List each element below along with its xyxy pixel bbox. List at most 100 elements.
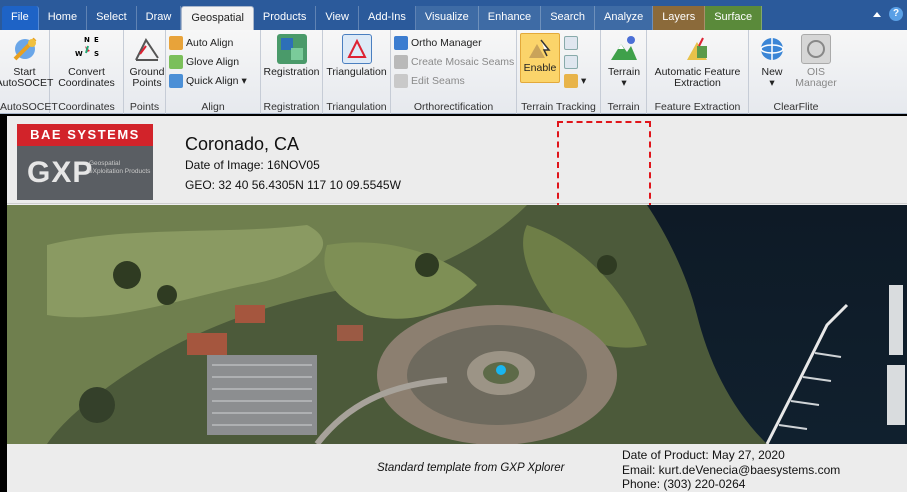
- tab-home[interactable]: Home: [39, 6, 88, 30]
- ribbon-geospatial: Start AutoSOCET AutoSOCET NE W S Convert C…: [0, 30, 907, 114]
- logo-gxp-text: GXP: [27, 156, 94, 189]
- group-label-points: Points: [129, 101, 160, 113]
- tracking-arrow-icon: [564, 55, 578, 69]
- ground-points-button[interactable]: Ground Points: [127, 32, 167, 96]
- ortho-manager-icon: [394, 36, 408, 50]
- svg-text:S: S: [94, 50, 99, 58]
- quick-align-icon: [169, 74, 183, 88]
- tab-add-ins[interactable]: Add-Ins: [359, 6, 416, 30]
- ribbon-controls: ?: [873, 7, 903, 21]
- registration-label: Registration: [263, 66, 320, 78]
- terrain-tracking-icon: [527, 36, 553, 60]
- glove-align-icon: [169, 55, 183, 69]
- aerial-image[interactable]: [7, 205, 907, 444]
- tab-surface[interactable]: Surface: [705, 6, 763, 30]
- terrain-tracking-option-1[interactable]: [564, 34, 589, 52]
- ribbon-tab-bar: File Home Select Draw Geospatial Products View…: [0, 0, 907, 30]
- logo-top-text: BAE SYSTEMS: [17, 124, 153, 146]
- tab-products[interactable]: Products: [254, 6, 317, 30]
- autosocet-icon: [10, 34, 40, 64]
- selection-box[interactable]: [557, 121, 651, 209]
- mosaic-seams-icon: [394, 55, 408, 69]
- group-label-feature-extraction: Feature Extraction: [654, 101, 741, 113]
- registration-button[interactable]: Registration: [263, 32, 320, 96]
- create-mosaic-seams-button[interactable]: Create Mosaic Seams: [394, 53, 517, 71]
- glove-align-button[interactable]: Glove Align: [169, 53, 250, 71]
- tracking-color-icon: [564, 74, 578, 88]
- quick-align-label: Quick Align: [186, 75, 239, 87]
- chevron-down-icon: ▾: [621, 77, 627, 89]
- group-label-coordinates: Coordinates: [58, 101, 115, 113]
- terrain-icon: [609, 34, 639, 64]
- registration-icon: [276, 34, 307, 64]
- help-icon[interactable]: ?: [889, 7, 903, 21]
- group-autosocet: Start AutoSOCET AutoSOCET: [0, 30, 58, 114]
- group-terrain-tracking: Enable ▾ Terrain Tracking: [517, 30, 601, 114]
- logo-sub-text: Geospatial eXploitation Products: [89, 160, 151, 175]
- edit-seams-label: Edit Seams: [411, 75, 465, 87]
- tab-geospatial[interactable]: Geospatial: [181, 6, 254, 30]
- group-clearflite: New ▾ OIS Manager ClearFlite: [749, 30, 843, 114]
- tab-search[interactable]: Search: [541, 6, 596, 30]
- group-label-registration: Registration: [263, 101, 320, 113]
- svg-text:E: E: [94, 36, 99, 44]
- tab-enhance[interactable]: Enhance: [478, 6, 542, 30]
- date-of-product: Date of Product: May 27, 2020: [622, 448, 785, 462]
- group-orthorectification: Ortho Manager Create Mosaic Seams Edit S…: [391, 30, 517, 114]
- group-triangulation: Triangulation Triangulation: [323, 30, 391, 114]
- convert-coordinates-button[interactable]: NE W S Convert Coordinates: [53, 32, 120, 96]
- automatic-feature-extraction-button[interactable]: Automatic Feature Extraction: [650, 32, 745, 96]
- template-note: Standard template from GXP Xplorer: [377, 462, 565, 474]
- group-points: Ground Points Points: [124, 30, 166, 114]
- triangulation-button[interactable]: Triangulation: [326, 32, 387, 96]
- group-label-terrain: Terrain: [607, 101, 640, 113]
- tab-select[interactable]: Select: [87, 6, 137, 30]
- group-label-triangulation: Triangulation: [326, 101, 387, 113]
- image-viewport[interactable]: BAE SYSTEMS GXP Geospatial eXploitation …: [7, 116, 907, 492]
- group-terrain: Terrain ▾ Terrain: [601, 30, 647, 114]
- tab-file[interactable]: File: [2, 6, 39, 30]
- new-clearflite-button[interactable]: New ▾: [752, 32, 792, 96]
- auto-align-button[interactable]: Auto Align: [169, 34, 250, 52]
- start-autosocet-button[interactable]: Start AutoSOCET: [0, 32, 53, 96]
- ois-manager-button[interactable]: OIS Manager: [792, 32, 840, 96]
- tab-layers[interactable]: Layers: [653, 6, 706, 30]
- contact-email: Email: kurt.deVenecia@baesystems.com: [622, 463, 841, 477]
- template-header: BAE SYSTEMS GXP Geospatial eXploitation …: [7, 116, 907, 209]
- terrain-tracking-option-3[interactable]: ▾: [564, 72, 589, 90]
- edit-seams-icon: [394, 74, 408, 88]
- edit-seams-button[interactable]: Edit Seams: [394, 72, 517, 90]
- tab-analyze[interactable]: Analyze: [595, 6, 654, 30]
- group-registration: Registration Registration: [261, 30, 323, 114]
- group-label-orthorectification: Orthorectification: [413, 101, 494, 113]
- ortho-manager-button[interactable]: Ortho Manager: [394, 34, 517, 52]
- tab-view[interactable]: View: [316, 6, 359, 30]
- terrain-button[interactable]: Terrain ▾: [604, 32, 644, 96]
- ois-manager-label: OIS Manager: [795, 66, 837, 89]
- quick-align-button[interactable]: Quick Align ▾: [169, 72, 250, 90]
- globe-icon: [757, 34, 787, 64]
- terrain-tracking-option-2[interactable]: [564, 53, 589, 71]
- collapse-ribbon-icon[interactable]: [873, 11, 881, 17]
- tab-draw[interactable]: Draw: [137, 6, 182, 30]
- group-label-terrain-tracking: Terrain Tracking: [521, 101, 596, 113]
- tab-visualize[interactable]: Visualize: [415, 6, 479, 30]
- feature-extraction-icon: [683, 34, 713, 64]
- compass-icon: NE W S: [72, 34, 102, 64]
- group-align: Auto Align Glove Align Quick Align ▾ Ali…: [166, 30, 261, 114]
- group-label-autosocet: AutoSOCET: [0, 101, 58, 113]
- bae-gxp-logo: BAE SYSTEMS GXP Geospatial eXploitation …: [17, 124, 153, 200]
- chevron-down-icon: ▾: [241, 75, 247, 87]
- group-coordinates: NE W S Convert Coordinates Coordinates: [50, 30, 124, 114]
- enable-terrain-tracking-button[interactable]: Enable: [520, 33, 560, 83]
- ground-points-icon: [132, 34, 162, 64]
- convert-coordinates-label: Convert Coordinates: [58, 66, 115, 89]
- contact-phone: Phone: (303) 220-0264: [622, 477, 746, 491]
- ortho-manager-label: Ortho Manager: [411, 37, 482, 49]
- aerial-photo-graphic: [7, 205, 907, 444]
- auto-align-icon: [169, 36, 183, 50]
- tracking-option-icon: [564, 36, 578, 50]
- enable-label: Enable: [523, 62, 557, 74]
- geo-coordinates: GEO: 32 40 56.4305N 117 10 09.5545W: [185, 178, 401, 192]
- group-feature-extraction: Automatic Feature Extraction Feature Ext…: [647, 30, 749, 114]
